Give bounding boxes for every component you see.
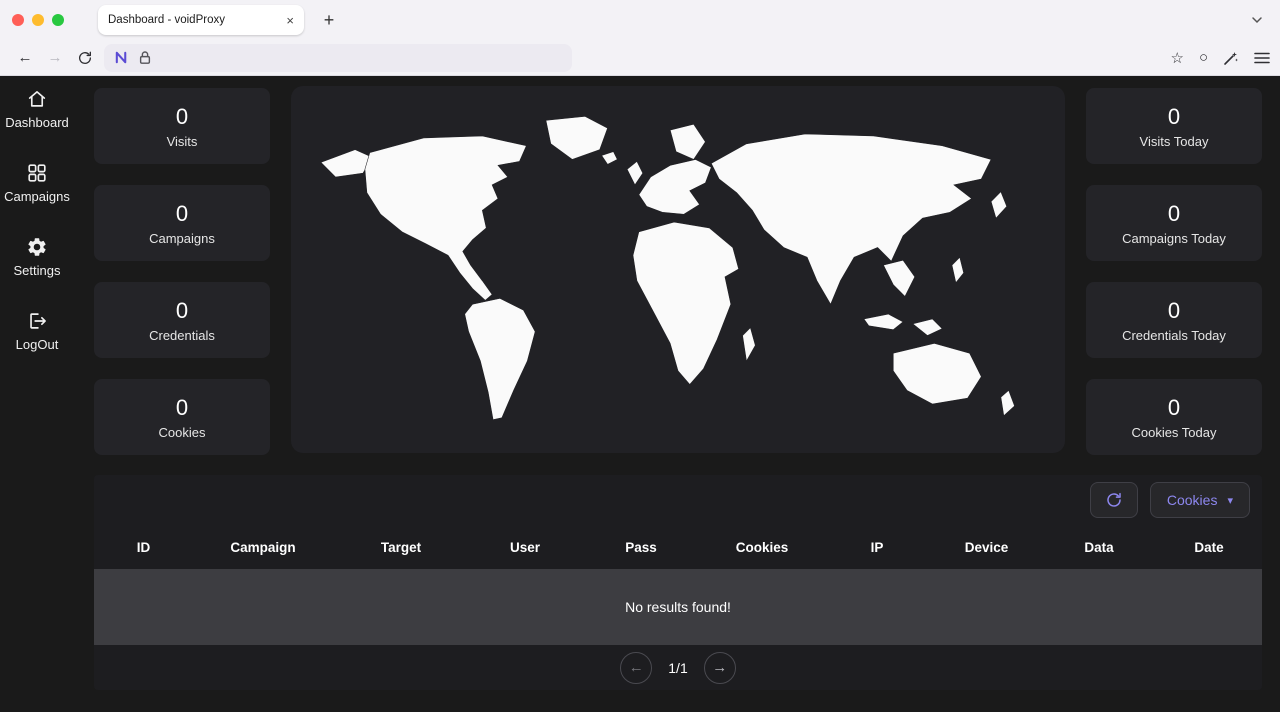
stat-card-credentials-today: 0 Credentials Today: [1086, 282, 1262, 358]
arrow-right-icon: →: [712, 659, 727, 676]
browser-chrome: Dashboard - voidProxy × + ← →: [0, 0, 1280, 76]
column-header-date: Date: [1156, 540, 1262, 555]
forward-icon[interactable]: →: [40, 49, 70, 66]
close-tab-icon[interactable]: ×: [286, 13, 294, 28]
close-window-button[interactable]: [12, 14, 24, 26]
column-header-device: Device: [931, 540, 1042, 555]
shield-circle-icon[interactable]: ○: [1199, 49, 1208, 66]
column-header-user: User: [469, 540, 581, 555]
back-icon[interactable]: ←: [10, 49, 40, 66]
stat-card-cookies: 0 Cookies: [94, 379, 270, 455]
sidebar-item-logout[interactable]: LogOut: [16, 310, 59, 352]
stat-card-campaigns: 0 Campaigns: [94, 185, 270, 261]
stat-label: Cookies Today: [1131, 425, 1216, 440]
world-map-panel: [291, 86, 1065, 453]
navigation-bar: ← → ☆ ○: [0, 40, 1280, 76]
previous-page-button[interactable]: ←: [620, 652, 652, 684]
empty-results-message: No results found!: [625, 599, 731, 615]
stat-card-credentials: 0 Credentials: [94, 282, 270, 358]
stat-card-cookies-today: 0 Cookies Today: [1086, 379, 1262, 455]
stat-value: 0: [1168, 298, 1180, 324]
stat-value: 0: [176, 298, 188, 324]
sidebar-item-dashboard[interactable]: Dashboard: [5, 88, 69, 130]
filter-label: Cookies: [1167, 492, 1218, 508]
sidebar: Dashboard Campaigns Settings LogOut: [0, 76, 74, 712]
sidebar-item-settings[interactable]: Settings: [14, 236, 61, 278]
lock-icon[interactable]: [138, 50, 152, 65]
results-panel: Cookies ▾ ID Campaign Target User Pass C…: [94, 475, 1262, 690]
stat-label: Campaigns: [149, 231, 215, 246]
dashboard-page: Dashboard Campaigns Settings LogOut: [0, 76, 1280, 712]
stat-label: Credentials Today: [1122, 328, 1226, 343]
table-header-row: ID Campaign Target User Pass Cookies IP …: [94, 525, 1262, 569]
stat-value: 0: [1168, 104, 1180, 130]
column-header-target: Target: [333, 540, 469, 555]
column-header-campaign: Campaign: [193, 540, 333, 555]
stat-value: 0: [176, 395, 188, 421]
stat-value: 0: [176, 201, 188, 227]
sidebar-item-label: Settings: [14, 263, 61, 278]
arrow-left-icon: ←: [629, 659, 644, 676]
reload-icon[interactable]: [70, 50, 100, 66]
grid-icon: [26, 162, 48, 184]
world-map: [316, 105, 1040, 435]
window-controls: [0, 14, 64, 26]
refresh-icon: [1105, 491, 1123, 509]
stat-card-visits: 0 Visits: [94, 88, 270, 164]
logout-icon: [26, 310, 48, 332]
column-header-id: ID: [94, 540, 193, 555]
stat-value: 0: [1168, 395, 1180, 421]
menu-hamburger-icon[interactable]: [1254, 51, 1270, 65]
page-indicator: 1/1: [668, 660, 687, 676]
zoom-window-button[interactable]: [52, 14, 64, 26]
column-header-ip: IP: [823, 540, 931, 555]
stat-card-campaigns-today: 0 Campaigns Today: [1086, 185, 1262, 261]
column-header-pass: Pass: [581, 540, 701, 555]
address-bar[interactable]: [104, 44, 572, 72]
tab-bar: Dashboard - voidProxy × +: [0, 0, 1280, 40]
column-header-data: Data: [1042, 540, 1156, 555]
next-page-button[interactable]: →: [704, 652, 736, 684]
sidebar-item-label: Campaigns: [4, 189, 70, 204]
sidebar-item-label: Dashboard: [5, 115, 69, 130]
empty-results-row: No results found!: [94, 569, 1262, 645]
sidebar-item-label: LogOut: [16, 337, 59, 352]
sparkle-wand-icon[interactable]: [1223, 50, 1239, 66]
minimize-window-button[interactable]: [32, 14, 44, 26]
refresh-button[interactable]: [1090, 482, 1138, 518]
browser-tab[interactable]: Dashboard - voidProxy ×: [98, 5, 304, 35]
gear-icon: [26, 236, 48, 258]
pagination: ← 1/1 →: [94, 645, 1262, 690]
stat-label: Cookies: [159, 425, 206, 440]
stat-label: Visits: [167, 134, 198, 149]
caret-down-icon: ▾: [1227, 494, 1233, 507]
stat-label: Credentials: [149, 328, 215, 343]
tab-title: Dashboard - voidProxy: [108, 14, 280, 26]
extension-icon[interactable]: [114, 50, 129, 65]
sidebar-item-campaigns[interactable]: Campaigns: [4, 162, 70, 204]
stat-label: Visits Today: [1140, 134, 1209, 149]
cookies-filter-dropdown[interactable]: Cookies ▾: [1150, 482, 1250, 518]
stats-column-today: 0 Visits Today 0 Campaigns Today 0 Crede…: [1086, 88, 1262, 455]
stat-value: 0: [1168, 201, 1180, 227]
chevron-down-icon[interactable]: [1250, 13, 1264, 27]
stats-column-totals: 0 Visits 0 Campaigns 0 Credentials 0 Coo…: [94, 88, 270, 455]
stat-label: Campaigns Today: [1122, 231, 1226, 246]
bookmark-star-icon[interactable]: ☆: [1170, 49, 1183, 67]
stat-card-visits-today: 0 Visits Today: [1086, 88, 1262, 164]
home-icon: [26, 88, 48, 110]
stat-value: 0: [176, 104, 188, 130]
column-header-cookies: Cookies: [701, 540, 823, 555]
new-tab-button[interactable]: +: [318, 10, 340, 31]
results-toolbar: Cookies ▾: [94, 475, 1262, 525]
nav-right-actions: ☆ ○: [1170, 49, 1270, 67]
